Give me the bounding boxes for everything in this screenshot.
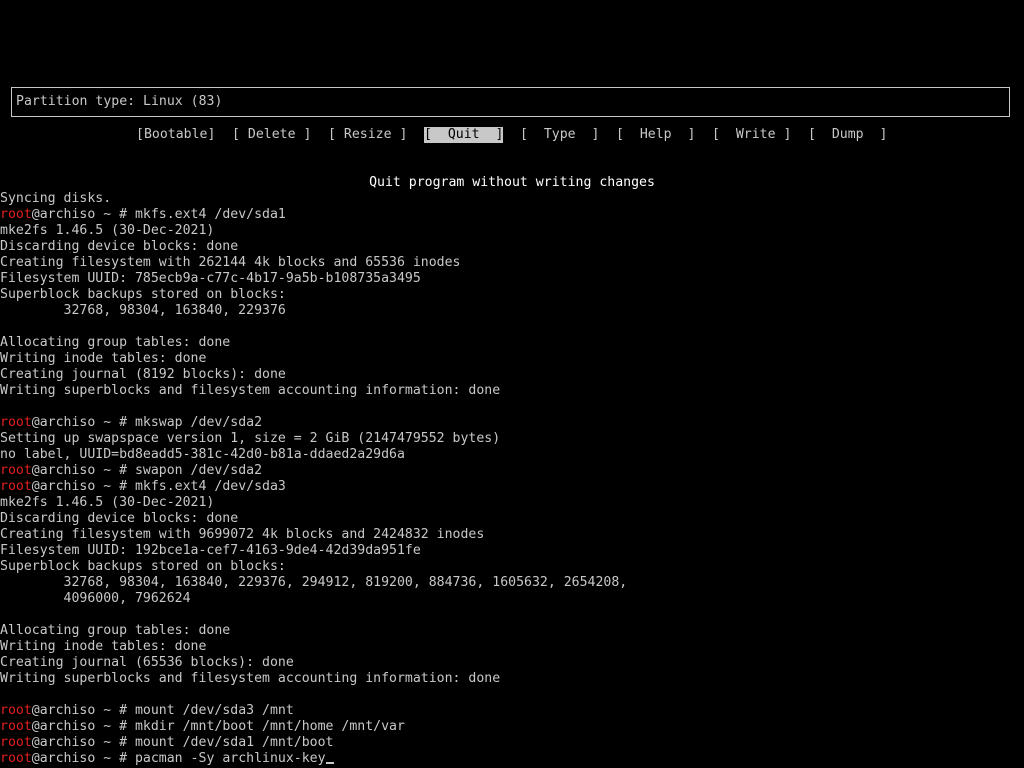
terminal-output-line: Writing inode tables: done — [0, 351, 207, 366]
prompt-user: root — [0, 719, 32, 734]
terminal-output-line: Setting up swapspace version 1, size = 2… — [0, 431, 501, 446]
terminal-output-line: Discarding device blocks: done — [0, 511, 239, 526]
terminal-output-line: 32768, 98304, 163840, 229376, 294912, 81… — [0, 575, 628, 590]
terminal-output-line: Allocating group tables: done — [0, 335, 231, 350]
command-text: mkfs.ext4 /dev/sda1 — [134, 207, 286, 222]
terminal-output-line: mke2fs 1.46.5 (30-Dec-2021) — [0, 495, 215, 510]
terminal-command-line: root@archiso ~ # mkfs.ext4 /dev/sda3 — [0, 479, 286, 495]
terminal-output-line: mke2fs 1.46.5 (30-Dec-2021) — [0, 223, 215, 238]
terminal-output-line: Writing superblocks and filesystem accou… — [0, 383, 501, 398]
command-text: mkfs.ext4 /dev/sda3 — [134, 479, 286, 494]
prompt-user: root — [0, 463, 32, 478]
prompt-user: root — [0, 751, 32, 766]
prompt-host: @archiso ~ # — [31, 415, 135, 430]
terminal-output-line: Writing superblocks and filesystem accou… — [0, 671, 501, 686]
prompt-user: root — [0, 207, 32, 222]
terminal-output-line: Creating journal (65536 blocks): done — [0, 655, 294, 670]
menu-resize-button[interactable]: [ Resize ] — [328, 127, 407, 143]
prompt-host: @archiso ~ # — [31, 751, 135, 766]
terminal-output-line: Superblock backups stored on blocks: — [0, 287, 286, 302]
command-text: mkswap /dev/sda2 — [134, 415, 263, 430]
command-text: mount /dev/sda1 /mnt/boot — [134, 735, 334, 750]
prompt-user: root — [0, 703, 32, 718]
terminal-output-line: Filesystem UUID: 192bce1a-cef7-4163-9de4… — [0, 543, 421, 558]
command-text: swapon /dev/sda2 — [134, 463, 263, 478]
terminal-output-line: Filesystem UUID: 785ecb9a-c77c-4b17-9a5b… — [0, 271, 421, 286]
prompt-user: root — [0, 415, 32, 430]
command-text: mount /dev/sda3 /mnt — [134, 703, 294, 718]
terminal-command-line: root@archiso ~ # swapon /dev/sda2 — [0, 463, 262, 479]
terminal-command-line: root@archiso ~ # mkfs.ext4 /dev/sda1 — [0, 207, 286, 223]
terminal-output-line: Creating filesystem with 9699072 4k bloc… — [0, 527, 485, 542]
prompt-host: @archiso ~ # — [31, 479, 135, 494]
prompt-host: @archiso ~ # — [31, 207, 135, 222]
prompt-user: root — [0, 479, 32, 494]
prompt-host: @archiso ~ # — [31, 735, 135, 750]
partition-type-box: Partition type: Linux (83) — [11, 87, 1010, 117]
prompt-user: root — [0, 735, 32, 750]
terminal-output-line: Discarding device blocks: done — [0, 239, 239, 254]
terminal-output-line: Creating filesystem with 262144 4k block… — [0, 255, 461, 270]
terminal-command-line: root@archiso ~ # mount /dev/sda3 /mnt — [0, 703, 294, 719]
prompt-host: @archiso ~ # — [31, 719, 135, 734]
menu-dump-button[interactable]: [ Dump ] — [808, 127, 887, 143]
terminal-command-line: root@archiso ~ # mkdir /mnt/boot /mnt/ho… — [0, 719, 405, 735]
terminal-command-line: root@archiso ~ # mount /dev/sda1 /mnt/bo… — [0, 735, 333, 751]
terminal-command-line: root@archiso ~ # pacman -Sy archlinux-ke… — [0, 751, 334, 767]
menu-write-button[interactable]: [ Write ] — [712, 127, 791, 143]
command-text: mkdir /mnt/boot /mnt/home /mnt/var — [134, 719, 405, 734]
cfdisk-menu: [Bootable] [ Delete ] [ Resize ] [ Quit … — [0, 127, 1024, 143]
command-text: pacman -Sy archlinux-key — [134, 751, 326, 766]
terminal-output-line: Syncing disks. — [0, 191, 112, 206]
menu-help-button[interactable]: [ Help ] — [616, 127, 695, 143]
terminal-output-line: Superblock backups stored on blocks: — [0, 559, 286, 574]
menu-hint-text: Quit program without writing changes — [369, 175, 655, 190]
text-cursor — [325, 762, 334, 764]
terminal-command-line: root@archiso ~ # mkswap /dev/sda2 — [0, 415, 262, 431]
terminal-output-line: 32768, 98304, 163840, 229376 — [0, 303, 286, 318]
terminal-output-line: no label, UUID=bd8eadd5-381c-42d0-b81a-d… — [0, 447, 405, 462]
terminal-output-line: Allocating group tables: done — [0, 623, 231, 638]
prompt-host: @archiso ~ # — [31, 703, 135, 718]
partition-type-text: Partition type: Linux (83) — [16, 94, 223, 109]
menu-type-button[interactable]: [ Type ] — [520, 127, 599, 143]
menu-bootable-button[interactable]: [Bootable] — [136, 127, 215, 143]
terminal-output-line: 4096000, 7962624 — [0, 591, 191, 606]
menu-quit-button[interactable]: [ Quit ] — [424, 127, 504, 143]
terminal-output-line: Creating journal (8192 blocks): done — [0, 367, 286, 382]
prompt-host: @archiso ~ # — [31, 463, 135, 478]
terminal-output-line: Writing inode tables: done — [0, 639, 207, 654]
menu-delete-button[interactable]: [ Delete ] — [232, 127, 311, 143]
